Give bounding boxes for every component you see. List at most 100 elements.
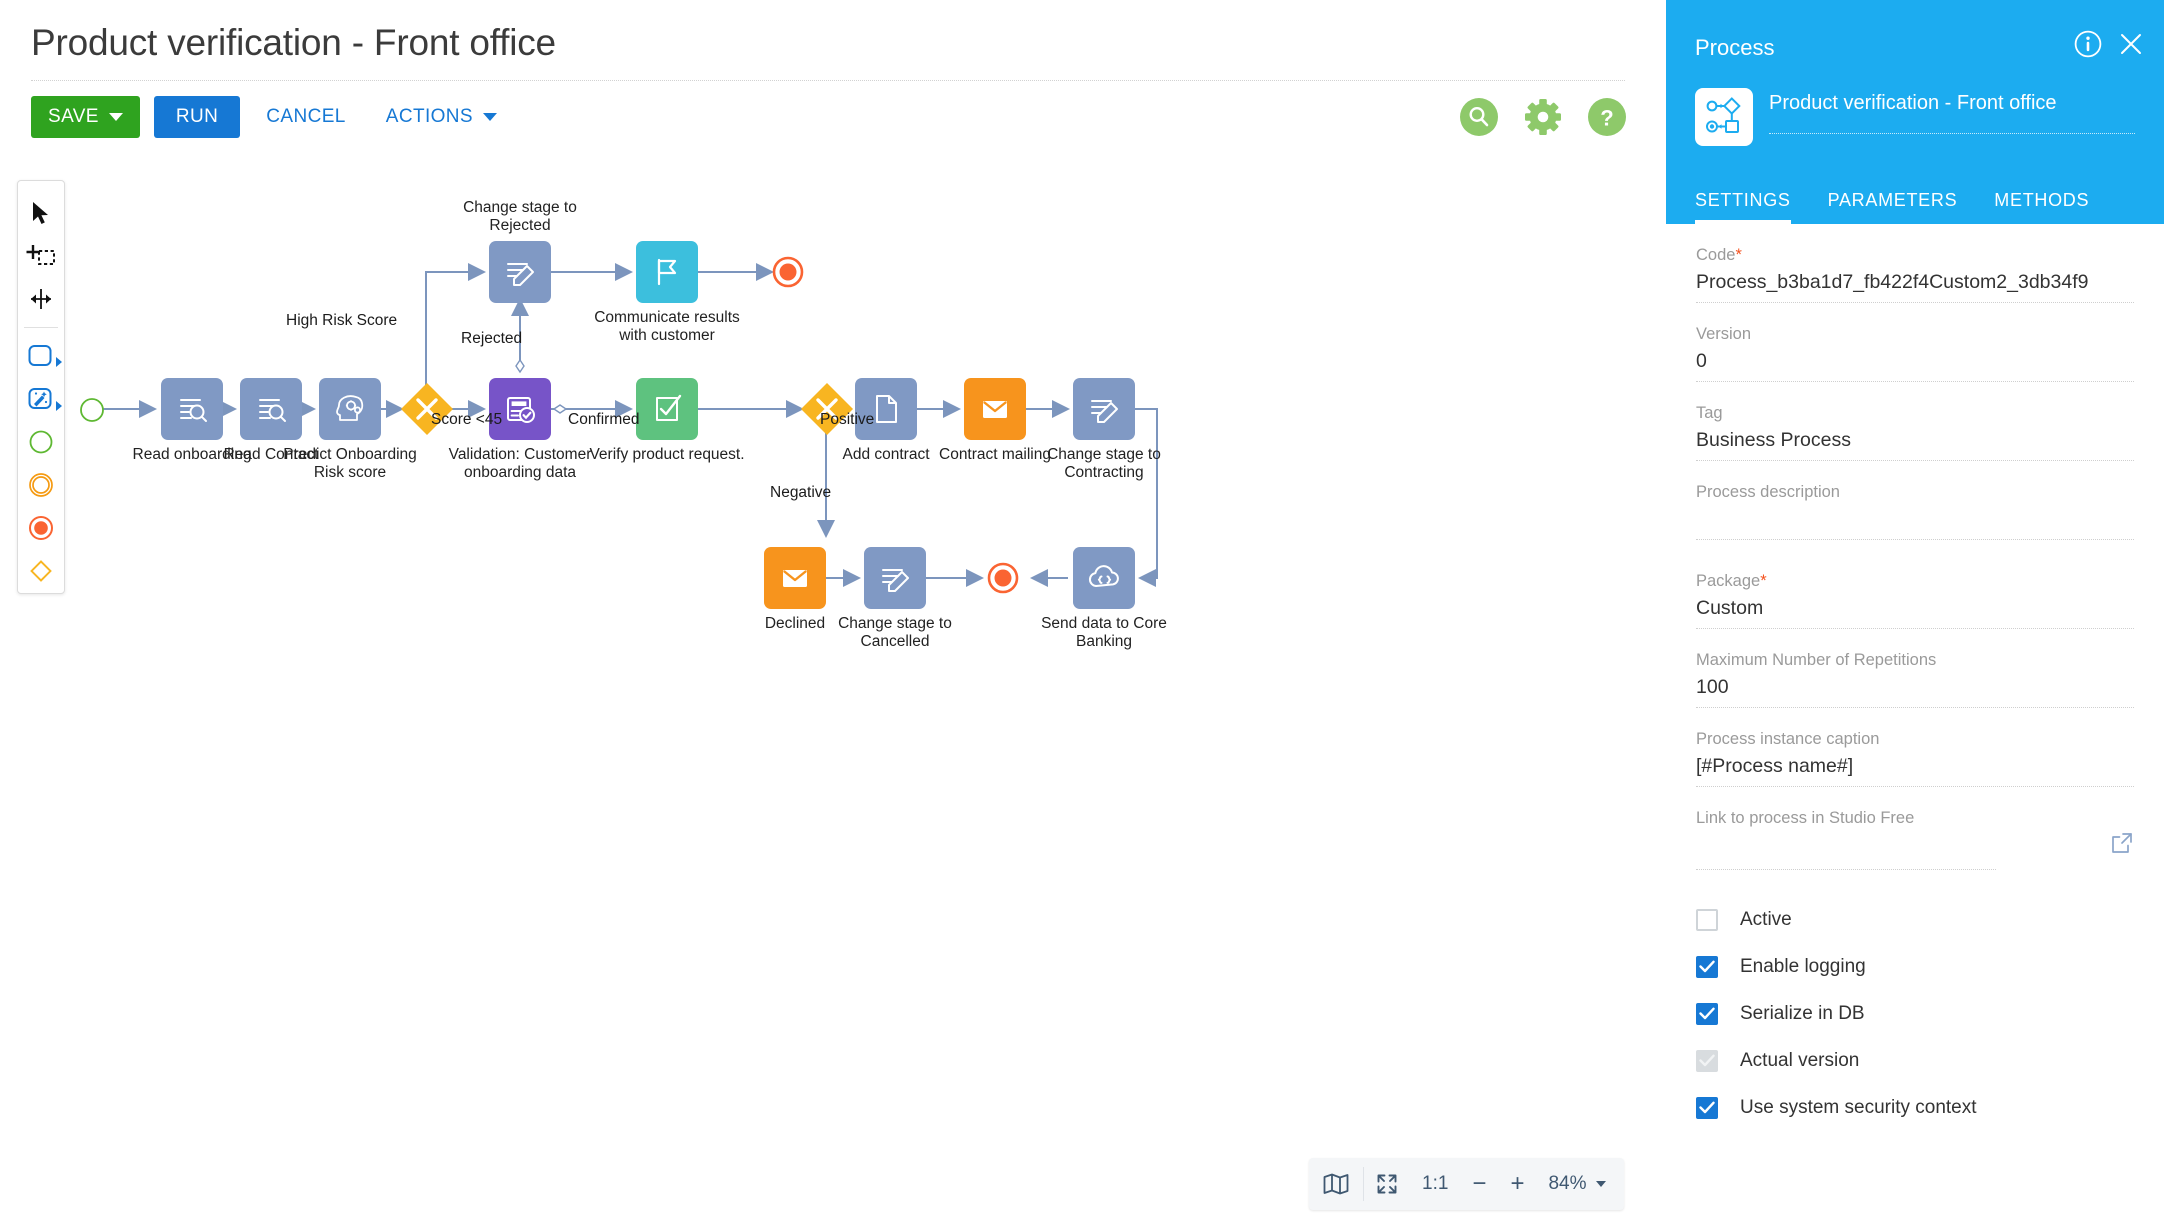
task-shape[interactable] [319,378,381,440]
field-process-description-value[interactable] [1696,502,2134,532]
zoom-level-value: 84% [1548,1173,1587,1194]
gateway-tool[interactable] [18,550,64,593]
actions-menu-button[interactable]: ACTIONS [372,96,511,138]
close-icon[interactable] [2118,31,2144,57]
end-event-icon[interactable] [772,256,804,288]
node-label: Predict Onboarding Risk score [283,446,417,482]
intermediate-event-tool[interactable] [18,464,64,507]
field-package-value[interactable]: Custom [1696,591,2134,621]
checkbox-active[interactable]: Active [1696,896,2136,943]
checkbox-box[interactable] [1696,955,1718,978]
minimap-button[interactable] [1309,1158,1363,1210]
edge-label-score-45: Score <45 [431,411,503,428]
field-version[interactable]: Version 0 [1696,303,2134,382]
end-event-tool[interactable] [18,507,64,550]
gear-icon[interactable] [1524,98,1562,136]
edge-label-confirmed: Confirmed [568,411,640,428]
checkbox-box[interactable] [1696,1096,1718,1119]
external-link-icon[interactable] [2110,831,2134,855]
field-version-value[interactable]: 0 [1696,344,2134,374]
checkbox-serialize-in-db[interactable]: Serialize in DB [1696,990,2136,1037]
node-end-event-top[interactable] [772,256,804,288]
run-button[interactable]: RUN [153,96,241,138]
chevron-down-icon [108,113,123,121]
checkbox-enable-logging[interactable]: Enable logging [1696,943,2136,990]
process-badge [1695,88,1753,146]
header-icon-group: ? [1460,98,1626,136]
edge-label-high-risk-score: High Risk Score [286,312,398,329]
node-end-event-bottom[interactable] [987,562,1019,594]
tab-parameters[interactable]: PARAMETERS [1828,176,1958,224]
start-event-tool[interactable] [18,421,64,464]
checkbox-box[interactable] [1696,908,1718,931]
task-shape[interactable] [1073,547,1135,609]
process-designer-main: Product verification - Front office SAVE… [0,0,1666,1216]
process-name-input[interactable]: Product verification - Front office [1769,92,2135,134]
checkbox-use-system-security-context[interactable]: Use system security context [1696,1084,2136,1131]
process-diagram-icon [1706,97,1741,133]
field-max-repetitions-value[interactable]: 100 [1696,670,2134,700]
field-studio-link[interactable]: Link to process in Studio Free [1696,787,2134,870]
field-package[interactable]: Package* Custom [1696,540,2134,629]
script-task-tool[interactable] [18,377,64,420]
zoom-in-button[interactable]: + [1498,1158,1536,1210]
help-icon[interactable]: ? [1588,98,1626,136]
task-shape[interactable] [489,241,551,303]
add-element-tool[interactable] [18,234,64,277]
task-shape[interactable] [1073,378,1135,440]
canvas-zoom-toolbar: 1:1 − + 84% [1309,1158,1625,1210]
zoom-level-select[interactable]: 84% [1536,1158,1624,1210]
task-shape[interactable] [855,378,917,440]
tab-settings-label: SETTINGS [1695,189,1791,210]
chevron-down-icon [483,113,498,121]
fit-to-screen-icon [1376,1173,1398,1195]
checkbox-box[interactable] [1696,1002,1718,1025]
search-icon[interactable] [1460,98,1498,136]
document-search-icon [180,399,207,422]
field-process-instance-caption[interactable]: Process instance caption [#Process name#… [1696,708,2134,787]
fit-to-screen-button[interactable] [1364,1158,1410,1210]
field-process-instance-caption-label: Process instance caption [1696,730,1880,748]
field-max-repetitions[interactable]: Maximum Number of Repetitions 100 [1696,629,2134,708]
task-shape[interactable] [240,378,302,440]
pan-tool[interactable] [18,277,64,320]
panel-tabs: SETTINGS PARAMETERS METHODS [1666,176,2164,224]
task-shape[interactable] [764,547,826,609]
minimap-icon [1323,1173,1349,1195]
checkbox-active-label: Active [1740,908,1792,930]
field-tag[interactable]: Tag Business Process [1696,382,2134,461]
task-shape[interactable] [864,547,926,609]
task-shape[interactable] [636,241,698,303]
checkbox-enable-logging-label: Enable logging [1740,955,1866,977]
task-tool[interactable] [18,334,64,377]
chevron-right-icon[interactable] [56,400,62,411]
field-code-value[interactable]: Process_b3ba1d7_fb422f4Custom2_3db34f9 [1696,265,2134,295]
node-start-event[interactable] [80,398,104,422]
field-process-instance-caption-value[interactable]: [#Process name#] [1696,749,2134,779]
field-tag-value[interactable]: Business Process [1696,423,2134,453]
zoom-out-button[interactable]: − [1460,1158,1498,1210]
checkbox-use-system-security-context-label: Use system security context [1740,1096,1977,1118]
save-button[interactable]: SAVE [31,96,140,138]
field-studio-link-value[interactable] [1696,828,2134,862]
task-shape[interactable] [636,378,698,440]
chevron-right-icon[interactable] [56,357,62,368]
task-shape[interactable] [489,378,551,440]
process-diagram-canvas[interactable]: Read onboarding Read Contact Predict Onb… [70,160,1650,930]
task-shape[interactable] [161,378,223,440]
field-underline [1696,869,1996,870]
tab-settings[interactable]: SETTINGS [1695,176,1791,224]
tab-methods[interactable]: METHODS [1994,176,2089,224]
end-event-icon[interactable] [987,562,1019,594]
field-package-label: Package* [1696,572,1767,590]
cancel-button[interactable]: CANCEL [252,96,359,138]
document-icon [876,395,897,423]
checkbox-serialize-in-db-label: Serialize in DB [1740,1002,1865,1024]
pointer-tool[interactable] [18,191,64,234]
info-icon[interactable] [2074,30,2102,58]
settings-checkbox-group: Active Enable logging Serialize in DB Ac… [1696,896,2136,1131]
field-process-description[interactable]: Process description [1696,461,2134,540]
actual-size-button[interactable]: 1:1 [1410,1158,1460,1210]
field-code[interactable]: Code* Process_b3ba1d7_fb422f4Custom2_3db… [1696,224,2134,303]
task-shape[interactable] [964,378,1026,440]
